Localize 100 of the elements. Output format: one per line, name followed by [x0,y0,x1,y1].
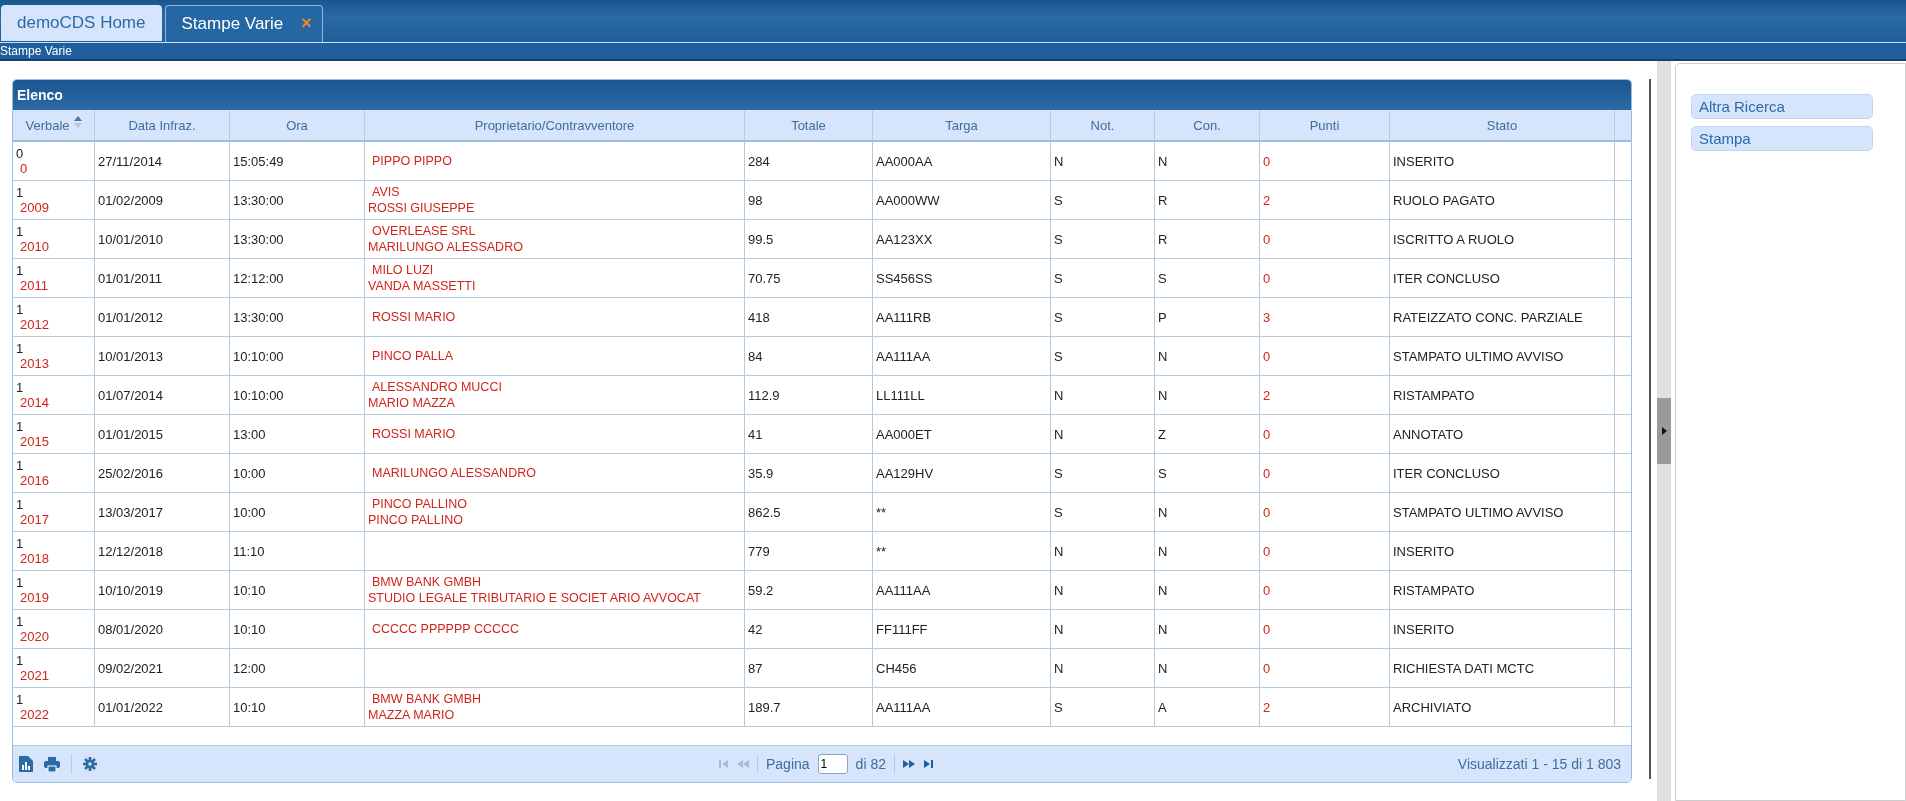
table-cell: SS456SS [873,259,1051,297]
table-cell: CH456 [873,649,1051,687]
table-cell: N [1155,532,1260,570]
table-cell: AA111AA [873,688,1051,726]
table-cell: 0 [1260,220,1390,258]
table-cell: 27/11/2014 [95,142,230,180]
table-cell: 10:10 [230,610,365,648]
column-header[interactable]: Data Infraz. [95,110,230,140]
table-cell: 01/07/2014 [95,376,230,414]
table-cell: N [1051,142,1155,180]
table-cell: 2 [1260,688,1390,726]
table-cell: 10:10 [230,688,365,726]
table-cell: 1 2022 [13,688,95,726]
table-cell: RISTAMPATO [1390,376,1615,414]
table-cell: 01/02/2009 [95,181,230,219]
table-cell: 112.9 [745,376,873,414]
table-cell: AA111AA [873,571,1051,609]
table-cell: 1 2020 [13,610,95,648]
table-cell: 1 2016 [13,454,95,492]
table-cell: ** [873,532,1051,570]
record-count: Visualizzati 1 - 15 di 1 803 [1457,756,1621,772]
table-cell: 418 [745,298,873,336]
tab[interactable]: demoCDS Home [1,4,162,41]
table-cell: 284 [745,142,873,180]
table-cell: OVERLEASE SRL MARILUNGO ALESSADRO [365,220,745,258]
table-cell: 1 2012 [13,298,95,336]
table-cell: 10:00 [230,454,365,492]
print-icon[interactable] [44,756,60,772]
table-cell: 1 2021 [13,649,95,687]
panel-title: Elenco [17,87,63,103]
table-cell: 01/01/2022 [95,688,230,726]
table-cell: 15:05:49 [230,142,365,180]
table-cell: AA000AA [873,142,1051,180]
column-header[interactable]: Proprietario/Contravventore [365,110,745,140]
table-cell: 10:10:00 [230,337,365,375]
page-title: Stampe Varie [0,43,72,58]
table-cell: 0 [1260,259,1390,297]
table-cell: N [1155,571,1260,609]
table-cell: 25/02/2016 [95,454,230,492]
close-icon[interactable]: × [301,13,312,35]
table-cell: 98 [745,181,873,219]
table-cell: 84 [745,337,873,375]
column-header[interactable]: Con. [1155,110,1260,140]
table-cell: MARILUNGO ALESSANDRO [365,454,745,492]
table-cell: STAMPATO ULTIMO AVVISO [1390,337,1615,375]
table-cell: N [1051,415,1155,453]
table-cell: 12:00 [230,649,365,687]
table-cell: FF111FF [873,610,1051,648]
table-cell: 12/12/2018 [95,532,230,570]
column-header[interactable]: Verbale [13,110,95,140]
expand-handle[interactable] [1657,398,1671,464]
table-cell: N [1155,493,1260,531]
table-cell: PINCO PALLINO PINCO PALLINO [365,493,745,531]
table-cell: N [1051,376,1155,414]
table-cell: S [1051,493,1155,531]
last-page-icon[interactable] [922,759,933,769]
page-field[interactable]: 1 [817,754,848,774]
report-chart-icon[interactable] [19,756,33,772]
next-page-icon[interactable] [902,759,915,769]
tab[interactable]: Stampe Varie × [164,4,323,42]
table-cell: S [1155,259,1260,297]
table-cell: 70.75 [745,259,873,297]
column-header[interactable]: Stato [1390,110,1615,140]
table-cell: ** [873,493,1051,531]
column-header[interactable]: Not. [1051,110,1155,140]
table-cell: ITER CONCLUSO [1390,259,1615,297]
table-cell: RUOLO PAGATO [1390,181,1615,219]
table-cell: ISCRITTO A RUOLO [1390,220,1615,258]
table-cell: ANNOTATO [1390,415,1615,453]
settings-icon[interactable] [83,757,97,771]
table-cell: S [1051,688,1155,726]
table-cell: PINCO PALLA [365,337,745,375]
table-cell: 12:12:00 [230,259,365,297]
table-cell: 2 [1260,376,1390,414]
table-cell: 3 [1260,298,1390,336]
table-cell: S [1051,259,1155,297]
table-cell: 13/03/2017 [95,493,230,531]
table-cell: RATEIZZATO CONC. PARZIALE [1390,298,1615,336]
table-cell: AA111AA [873,337,1051,375]
action-button[interactable]: Stampa [1691,126,1873,151]
column-header[interactable]: Totale [745,110,873,140]
action-button[interactable]: Altra Ricerca [1691,94,1873,119]
table-cell: N [1051,571,1155,609]
table-cell: CCCCC PPPPPP CCCCC [365,610,745,648]
column-header[interactable]: Targa [873,110,1051,140]
table-cell: N [1051,532,1155,570]
table-cell: 13:30:00 [230,298,365,336]
table-cell: 10/01/2010 [95,220,230,258]
table-cell: S [1051,298,1155,336]
table-cell: 08/01/2020 [95,610,230,648]
column-header[interactable]: Ora [230,110,365,140]
table-cell: 0 0 [13,142,95,180]
column-header[interactable]: Punti [1260,110,1390,140]
page-label: Pagina [766,756,810,772]
table-cell: P [1155,298,1260,336]
table-cell: S [1051,220,1155,258]
table-cell: MILO LUZI VANDA MASSETTI [365,259,745,297]
table-cell: AA129HV [873,454,1051,492]
table-cell: N [1155,142,1260,180]
table-cell: S [1051,181,1155,219]
